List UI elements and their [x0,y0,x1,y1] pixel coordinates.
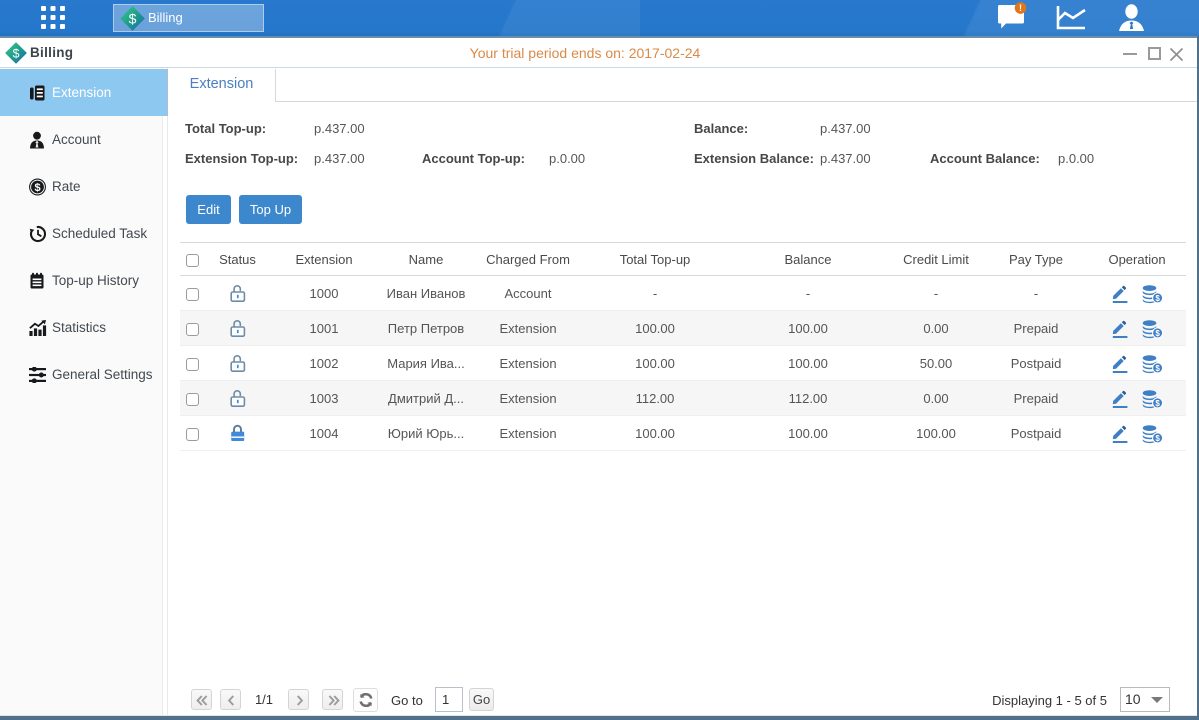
svg-text:$: $ [1155,364,1160,373]
svg-text:!: ! [1019,3,1022,13]
svg-text:$: $ [1155,434,1160,443]
svg-text:$: $ [1155,294,1160,303]
svg-text:$: $ [129,10,137,26]
svg-text:$: $ [1155,399,1160,408]
svg-text:$: $ [13,46,20,60]
svg-text:$: $ [1155,329,1160,338]
svg-text:$: $ [34,181,40,193]
